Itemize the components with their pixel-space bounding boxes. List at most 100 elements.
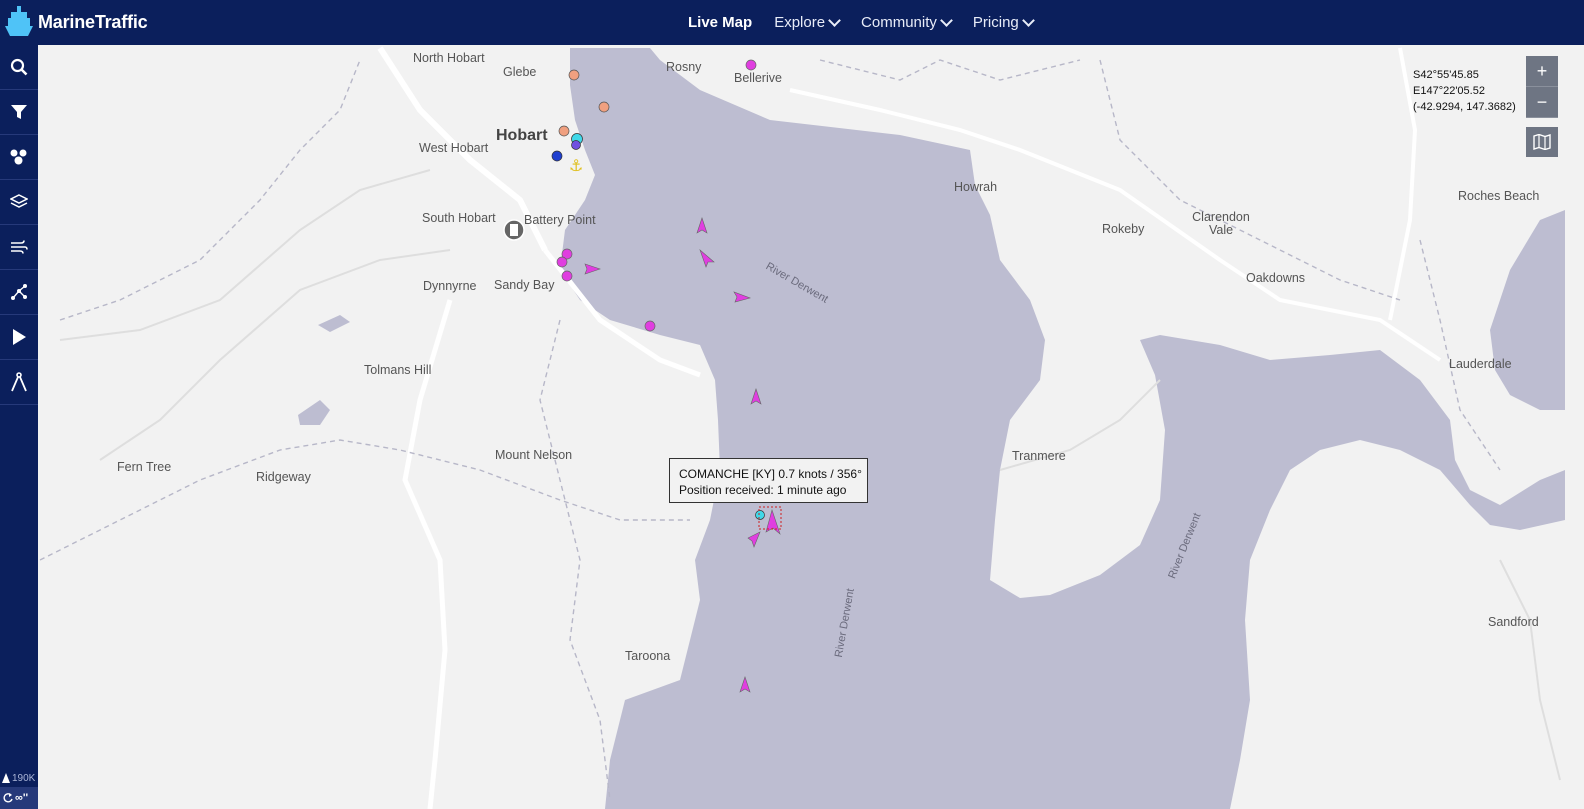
minor-road-4: [1499, 559, 1561, 781]
zoom-in-button[interactable]: +: [1526, 56, 1558, 87]
vessel-marker[interactable]: [745, 59, 757, 71]
minor-road-2: [59, 169, 431, 341]
layers-button[interactable]: [0, 180, 38, 225]
boundary-line-3: [819, 59, 1081, 81]
vessel-marker[interactable]: [556, 256, 568, 268]
refresh-icon: [3, 793, 13, 803]
vessel-tooltip: COMANCHE [KY] 0.7 knots / 356° Position …: [669, 458, 868, 503]
city-label: Hobart: [496, 127, 548, 144]
nav-live-map-label: Live Map: [688, 14, 753, 31]
fleet-icon: [10, 149, 27, 165]
chevron-down-icon: [1021, 14, 1035, 27]
pond-water-2: [318, 315, 350, 332]
search-icon: [10, 58, 28, 76]
place-label: Ridgeway: [256, 470, 311, 484]
logo[interactable]: MarineTraffic: [4, 6, 148, 38]
nav-pricing-label: Pricing: [972, 14, 1019, 31]
vessel-tooltip-position: Position received: 1 minute ago: [679, 483, 847, 497]
boundary-line-2: [39, 439, 690, 561]
place-label: Clarendon Vale: [1192, 210, 1250, 237]
weather-icon: [11, 240, 28, 254]
vessel-marker[interactable]: [551, 150, 563, 162]
weather-button[interactable]: [0, 225, 38, 270]
filter-button[interactable]: [0, 90, 38, 135]
vessel-marker[interactable]: [571, 140, 581, 150]
measure-icon: [11, 372, 27, 392]
loop-label: ∞'': [15, 792, 29, 804]
longitude-text: E147°22'05.52: [1413, 85, 1485, 97]
layers-icon: [10, 194, 28, 208]
place-label: Rosny: [666, 60, 702, 74]
vessel-count: 190K: [0, 769, 38, 787]
map-type-button[interactable]: [1526, 127, 1558, 157]
anchorage-icon[interactable]: ⚓: [569, 156, 583, 175]
brand-name: MarineTraffic: [38, 11, 148, 32]
nav-live-map[interactable]: Live Map: [688, 14, 752, 31]
zoom-controls: + −: [1526, 56, 1558, 118]
ship-logo-icon: [5, 6, 33, 36]
map-canvas[interactable]: ⚓ ⚓ North Hobart Glebe Rosny Bellerive H…: [38, 45, 1584, 809]
place-label: Rokeby: [1102, 222, 1145, 236]
main-nav: Live Map Explore Community Pricing: [688, 0, 1035, 45]
tool-sidebar: 190K ∞'': [0, 45, 38, 809]
place-label: Mount Nelson: [495, 448, 573, 462]
place-label: Sandy Bay: [494, 278, 555, 292]
east-road-2: [1388, 47, 1418, 321]
measure-button[interactable]: [0, 360, 38, 405]
boundary-line: [59, 59, 361, 321]
vessel-marker[interactable]: [755, 510, 765, 520]
place-label: Roches Beach: [1458, 189, 1540, 203]
vessel-marker[interactable]: [598, 101, 610, 113]
chevron-down-icon: [940, 14, 953, 27]
vessel-marker[interactable]: [568, 69, 580, 81]
route-icon: [11, 284, 27, 300]
place-label: Battery Point: [524, 213, 596, 227]
map-base: ⚓ ⚓: [39, 46, 1565, 809]
map-icon: [1533, 134, 1551, 150]
place-label: Tolmans Hill: [364, 363, 432, 377]
boundary-line-5: [539, 319, 611, 801]
routes-button[interactable]: [0, 270, 38, 315]
coordinates-readout: S42°55'45.85 E147°22'05.52 (-42.9294, 14…: [1413, 67, 1516, 115]
minor-road: [99, 249, 451, 461]
vessel-marker[interactable]: [561, 270, 573, 282]
place-label: South Hobart: [422, 211, 496, 225]
top-navigation-bar: MarineTraffic Live Map Explore Community…: [0, 0, 1584, 45]
search-button[interactable]: [0, 45, 38, 90]
nav-explore[interactable]: Explore: [774, 14, 841, 31]
vessel-count-value: 190K: [12, 772, 36, 784]
vessel-marker[interactable]: [644, 320, 656, 332]
place-label: Taroona: [625, 649, 671, 663]
place-label: West Hobart: [419, 141, 489, 155]
boundary-line-4: [1099, 59, 1401, 301]
animation-loop-toggle[interactable]: ∞'': [0, 787, 38, 809]
ralphs-bay-water: [1490, 210, 1565, 410]
vessel-marker[interactable]: [558, 125, 570, 137]
pond-water: [298, 400, 330, 425]
ship-icon: [2, 773, 10, 783]
place-label: Sandford: [1488, 615, 1539, 629]
play-icon: [13, 329, 26, 345]
filter-icon: [11, 105, 27, 119]
place-label: North Hobart: [413, 51, 485, 65]
place-label: Lauderdale: [1449, 357, 1512, 371]
place-label: Oakdowns: [1246, 271, 1306, 285]
place-label: Tranmere: [1012, 449, 1066, 463]
fleets-button[interactable]: [0, 135, 38, 180]
place-label: Dynnyrne: [423, 279, 477, 293]
latitude-text: S42°55'45.85: [1413, 69, 1479, 81]
decimal-coords-text: (-42.9294, 147.3682): [1413, 101, 1516, 113]
nav-explore-label: Explore: [774, 14, 826, 31]
port-building-icon: [510, 224, 518, 236]
vessel-tooltip-title: COMANCHE [KY] 0.7 knots / 356°: [679, 467, 862, 481]
nav-pricing[interactable]: Pricing: [972, 14, 1035, 31]
nav-community-label: Community: [861, 14, 937, 31]
sidebar-footer: 190K ∞'': [0, 769, 38, 809]
playback-button[interactable]: [0, 315, 38, 360]
zoom-out-button[interactable]: −: [1526, 87, 1558, 118]
place-label: Fern Tree: [117, 460, 172, 474]
chevron-down-icon: [828, 14, 841, 27]
place-label: Howrah: [954, 180, 998, 194]
nav-community[interactable]: Community: [861, 14, 953, 31]
place-label: Bellerive: [734, 71, 782, 85]
